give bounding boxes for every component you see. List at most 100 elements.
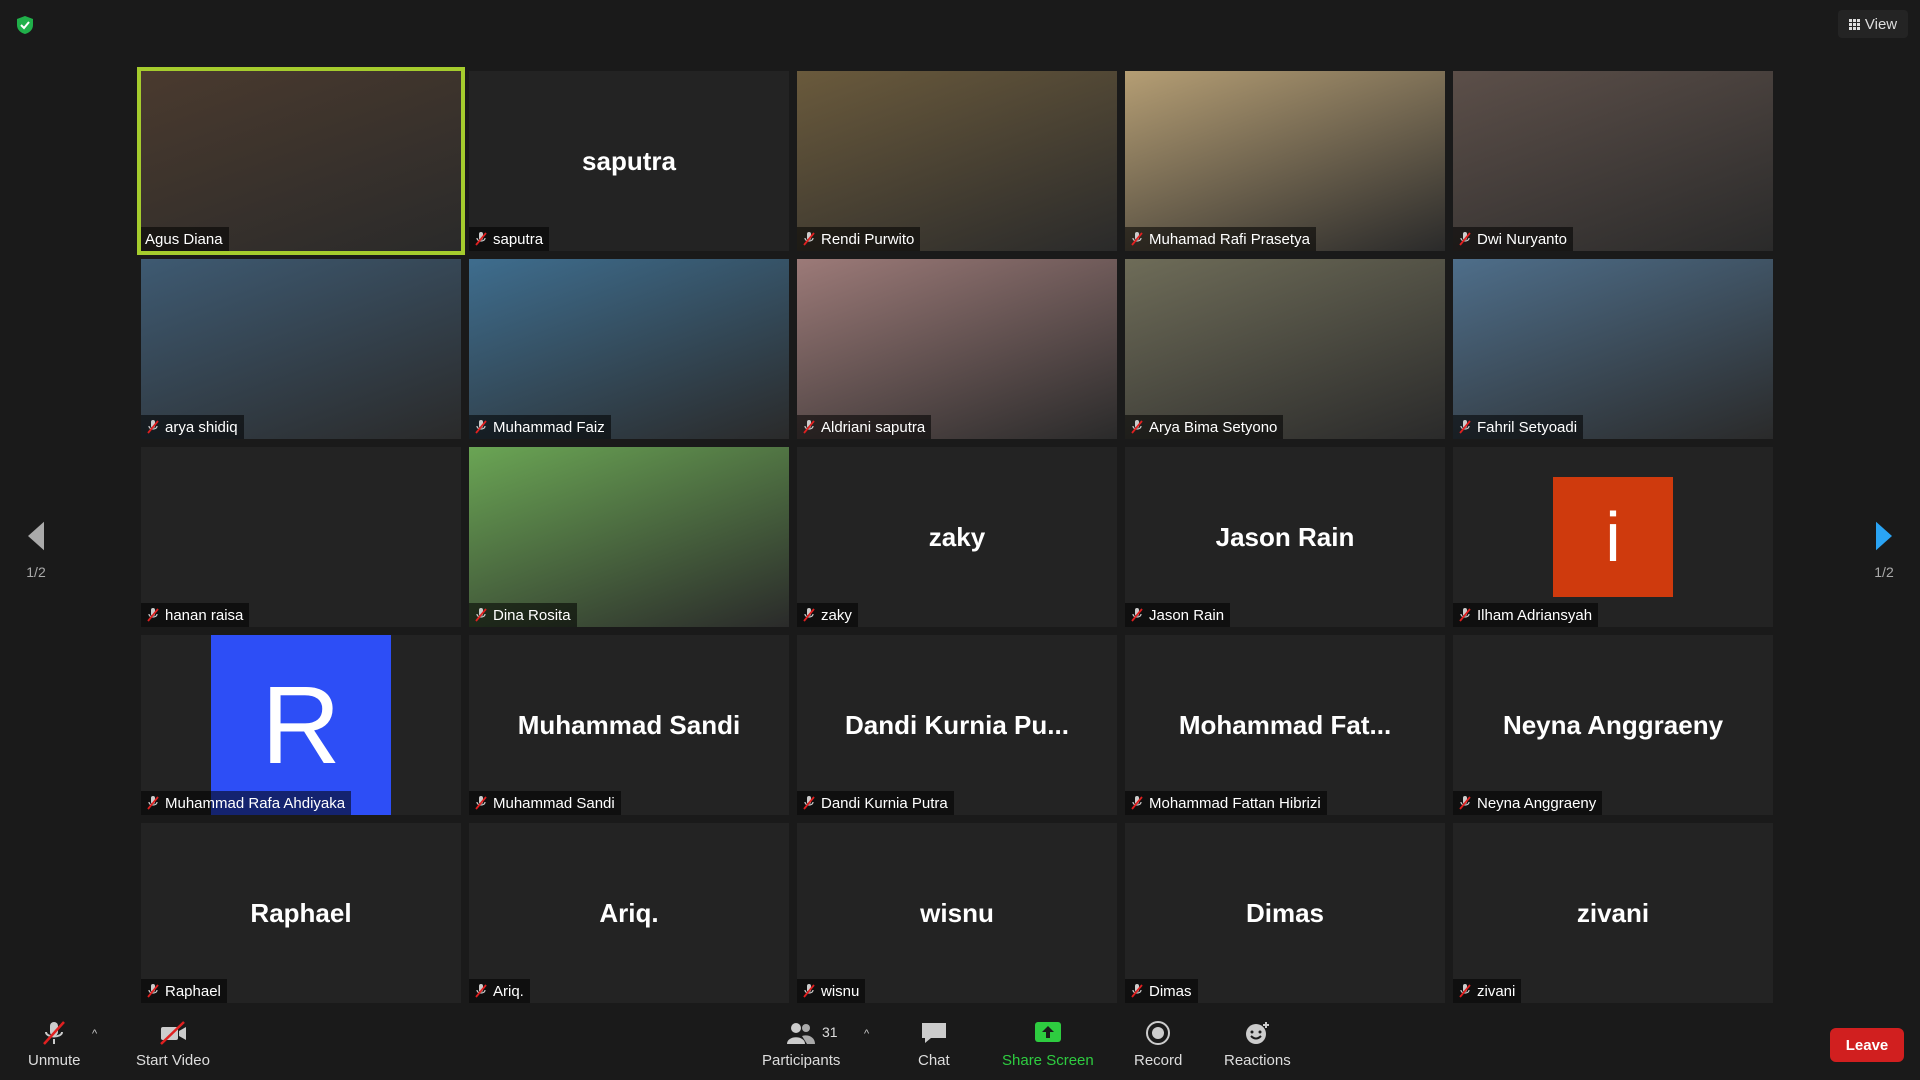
participant-name: Dandi Kurnia Putra — [821, 794, 948, 812]
mic-muted-icon — [1131, 232, 1143, 246]
grid-view-icon — [1848, 18, 1860, 30]
security-shield-icon[interactable] — [14, 14, 36, 36]
participant-tile[interactable]: Agus Diana — [137, 67, 465, 255]
participant-tile[interactable]: Raphael Raphael — [141, 823, 461, 1003]
participant-name-label: hanan raisa — [141, 603, 250, 627]
participant-display-name: Dandi Kurnia Pu... — [845, 709, 1069, 740]
view-button[interactable]: View — [1838, 10, 1908, 38]
view-label: View — [1864, 15, 1898, 33]
chat-button[interactable]: Chat — [918, 1020, 950, 1069]
mic-muted-icon — [1131, 984, 1143, 998]
participant-tile[interactable]: Mohammad Fat... Mohammad Fattan Hibrizi — [1125, 635, 1445, 815]
mic-muted-icon — [803, 984, 815, 998]
participant-name-label: Dwi Nuryanto — [1453, 227, 1574, 251]
participant-name-label: Raphael — [141, 979, 227, 1003]
mic-muted-icon — [475, 420, 487, 434]
participant-name-label: Aldriani saputra — [797, 415, 932, 439]
participant-name-label: zaky — [797, 603, 858, 627]
participant-tile[interactable]: Fahril Setyoadi — [1453, 259, 1773, 439]
participant-name: Muhammad Rafa Ahdiyaka — [165, 794, 346, 812]
participant-name: Rendi Purwito — [821, 230, 915, 248]
participant-name-label: Fahril Setyoadi — [1453, 415, 1584, 439]
participant-display-name: wisnu — [920, 897, 994, 928]
participant-name: zivani — [1477, 982, 1516, 1000]
participant-name: Dwi Nuryanto — [1477, 230, 1568, 248]
mic-muted-icon — [43, 1021, 66, 1045]
participants-options-caret[interactable]: ^ — [864, 1028, 869, 1040]
participant-tile[interactable]: Muhammad Faiz — [469, 259, 789, 439]
participant-name: Muhammad Faiz — [493, 418, 605, 436]
participant-tile[interactable]: i Ilham Adriansyah — [1453, 447, 1773, 627]
start-video-button[interactable]: Start Video — [136, 1020, 210, 1069]
mic-muted-icon — [475, 232, 487, 246]
reactions-button[interactable]: Reactions — [1224, 1020, 1291, 1069]
participant-name: Mohammad Fattan Hibrizi — [1149, 794, 1321, 812]
participant-tile[interactable]: Dina Rosita — [469, 447, 789, 627]
record-label: Record — [1134, 1052, 1183, 1069]
participant-name: Jason Rain — [1149, 606, 1225, 624]
meeting-toolbar: Unmute ^ Start Video Participants 31 ^ C… — [0, 1010, 1920, 1080]
prev-page-button[interactable]: 1/2 — [16, 520, 56, 580]
participant-tile[interactable]: Neyna Anggraeny Neyna Anggraeny — [1453, 635, 1773, 815]
audio-options-caret[interactable]: ^ — [92, 1028, 97, 1040]
mic-muted-icon — [803, 420, 815, 434]
participant-tile[interactable]: Jason Rain Jason Rain — [1125, 447, 1445, 627]
participant-name: Dina Rosita — [493, 606, 571, 624]
participant-tile[interactable]: R Muhammad Rafa Ahdiyaka — [141, 635, 461, 815]
video-off-icon — [160, 1021, 186, 1045]
unmute-button[interactable]: Unmute — [28, 1020, 81, 1069]
mic-muted-icon — [1459, 796, 1471, 810]
participant-display-name: Neyna Anggraeny — [1502, 709, 1724, 740]
participant-tile[interactable]: Dwi Nuryanto — [1453, 71, 1773, 251]
participant-name-label: Arya Bima Setyono — [1125, 415, 1284, 439]
participant-name: Aldriani saputra — [821, 418, 926, 436]
participant-name-label: Dandi Kurnia Putra — [797, 791, 954, 815]
mic-muted-icon — [475, 796, 487, 810]
participant-name-label: Ilham Adriansyah — [1453, 603, 1599, 627]
page-indicator-left: 1/2 — [26, 564, 46, 580]
mic-muted-icon — [475, 984, 487, 998]
participant-name-label: Rendi Purwito — [797, 227, 921, 251]
participant-name-label: Muhammad Faiz — [469, 415, 611, 439]
mic-muted-icon — [1459, 420, 1471, 434]
mic-muted-icon — [1459, 984, 1471, 998]
participant-video — [141, 71, 461, 251]
participant-display-name: Ariq. — [599, 897, 659, 928]
participant-tile[interactable]: Arya Bima Setyono — [1125, 259, 1445, 439]
share-screen-button[interactable]: Share Screen — [1002, 1020, 1094, 1069]
participant-display-name: saputra — [582, 145, 676, 176]
participant-name: Ariq. — [493, 982, 524, 1000]
participants-label: Participants — [762, 1052, 841, 1069]
participant-tile[interactable]: zivani zivani — [1453, 823, 1773, 1003]
participant-tile[interactable]: Muhamad Rafi Prasetya — [1125, 71, 1445, 251]
participant-tile[interactable]: Muhammad Sandi Muhammad Sandi — [469, 635, 789, 815]
video-gallery: Agus Diana saputra saputra Rendi Purwito Muh… — [137, 67, 1781, 1003]
participant-video — [469, 447, 789, 627]
record-button[interactable]: Record — [1134, 1020, 1182, 1069]
participant-tile[interactable]: Dandi Kurnia Pu... Dandi Kurnia Putra — [797, 635, 1117, 815]
participant-tile[interactable]: saputra saputra — [469, 71, 789, 251]
chat-icon — [921, 1023, 946, 1043]
mic-muted-icon — [803, 232, 815, 246]
participants-icon — [787, 1023, 816, 1044]
mic-muted-icon — [803, 608, 815, 622]
next-page-button[interactable]: 1/2 — [1864, 520, 1904, 580]
mic-muted-icon — [1459, 608, 1471, 622]
participant-name: Agus Diana — [145, 230, 223, 248]
leave-button[interactable]: Leave — [1830, 1028, 1904, 1062]
participant-tile[interactable]: hanan raisa — [141, 447, 461, 627]
mic-muted-icon — [803, 796, 815, 810]
participant-name-label: Neyna Anggraeny — [1453, 791, 1603, 815]
participant-tile[interactable]: Dimas Dimas — [1125, 823, 1445, 1003]
participant-tile[interactable]: arya shidiq — [141, 259, 461, 439]
participant-tile[interactable]: zaky zaky — [797, 447, 1117, 627]
mic-muted-icon — [147, 984, 159, 998]
arrow-left-icon — [28, 521, 44, 551]
participant-tile[interactable]: Rendi Purwito — [797, 71, 1117, 251]
participant-tile[interactable]: Ariq. Ariq. — [469, 823, 789, 1003]
participant-tile[interactable]: wisnu wisnu — [797, 823, 1117, 1003]
participant-name-label: Agus Diana — [141, 227, 229, 251]
participant-tile[interactable]: Aldriani saputra — [797, 259, 1117, 439]
arrow-right-icon — [1876, 521, 1892, 551]
mic-muted-icon — [1459, 232, 1471, 246]
